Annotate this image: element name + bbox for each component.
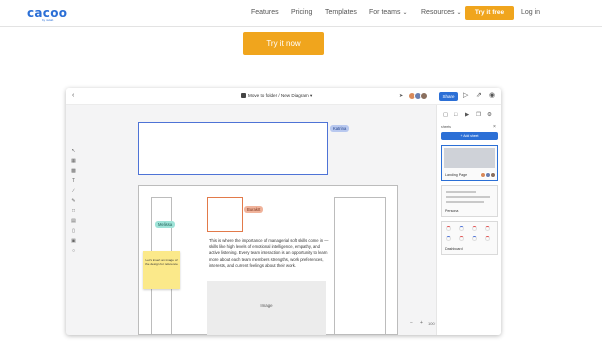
panel-tabs: ▢ □ ▶ ❐ ⚙ [443, 112, 499, 119]
gauge-icon [472, 226, 477, 231]
wireframe-column-right[interactable] [334, 197, 386, 335]
gauge-icon [446, 236, 451, 241]
sheet-label: Landing Page [445, 173, 468, 177]
nav-resources[interactable]: Resources ⌄ [421, 9, 462, 16]
breadcrumb[interactable]: Move to folder / New Diagram ▾ [241, 93, 312, 99]
sticky-note[interactable]: Let's insert an image of the design for … [143, 251, 180, 289]
gauge-icon [485, 226, 490, 231]
app-header: ‹ Move to folder / New Diagram ▾ ➤ Share… [66, 88, 501, 105]
export-icon[interactable]: ⇗ [476, 91, 482, 99]
nav-features[interactable]: Features [251, 9, 279, 16]
close-icon[interactable]: × [493, 124, 496, 130]
pen-tool-icon[interactable]: ✎ [70, 198, 77, 204]
line-tool-icon[interactable]: ∕ [70, 188, 77, 194]
login-link[interactable]: Log in [521, 9, 540, 16]
avatar[interactable] [420, 92, 428, 100]
back-arrow-icon[interactable]: ‹ [72, 92, 74, 99]
selected-rectangle[interactable] [138, 122, 328, 175]
sheet-thumbnail[interactable]: Landing Page [441, 145, 498, 181]
placeholder-box[interactable] [207, 197, 243, 232]
page-icon[interactable]: ▢ [443, 112, 448, 118]
image-placeholder-label: Image [260, 303, 273, 308]
zoom-in-icon[interactable]: + [420, 320, 423, 326]
gear-icon[interactable]: ⚙ [487, 112, 492, 118]
body-paragraph[interactable]: This is where the importance of manageri… [209, 238, 329, 269]
play-icon[interactable]: ▷ [463, 91, 468, 99]
app-screenshot: ‹ Move to folder / New Diagram ▾ ➤ Share… [66, 88, 501, 335]
cursor-tag-melissa: Melissa [155, 221, 176, 228]
chevron-down-icon: ⌄ [402, 10, 408, 16]
chart-tool-icon[interactable]: ▯ [70, 228, 77, 234]
try-free-button[interactable]: Try it free [465, 6, 514, 20]
cursor-tag-katrina: Katrina [330, 125, 350, 132]
try-it-now-button[interactable]: Try it now [243, 32, 324, 55]
gauge-icon [459, 236, 464, 241]
avatar [490, 172, 496, 178]
pointer-icon[interactable]: ➤ [399, 93, 403, 99]
select-tool-icon[interactable]: ↖ [70, 148, 77, 154]
breadcrumb-text: Move to folder / New Diagram [248, 93, 309, 98]
sheet-thumbnail[interactable]: Dashboard [441, 221, 498, 255]
nav-for-teams[interactable]: For teams ⌄ [369, 9, 408, 16]
nav-resources-label: Resources [421, 9, 455, 16]
nav-for-teams-label: For teams [369, 9, 401, 16]
caret-down-icon: ▾ [310, 93, 313, 98]
image-tool-icon[interactable]: ▣ [70, 238, 77, 244]
logo-byline: by nulab [42, 18, 54, 22]
template-tool-icon[interactable]: ▦ [70, 158, 77, 164]
add-sheet-button[interactable]: + Add sheet [441, 132, 498, 140]
nav-templates[interactable]: Templates [325, 9, 357, 16]
cacoo-logo[interactable]: cacoo by nulab [27, 5, 67, 22]
sheets-panel: ▢ □ ▶ ❐ ⚙ sheets × + Add sheet Landing P… [436, 105, 501, 335]
gauge-icon [446, 226, 451, 231]
video-icon[interactable]: ▶ [465, 112, 469, 118]
table-tool-icon[interactable]: ▩ [70, 168, 77, 174]
share-button[interactable]: Share [439, 92, 458, 101]
sheet-thumbnail[interactable]: Persona [441, 185, 498, 217]
sheet-preview [444, 148, 495, 168]
top-navigation: cacoo by nulab Features Pricing Template… [0, 0, 602, 27]
sheet-label: Persona [445, 209, 459, 213]
shapes-tool-icon[interactable]: ▤ [70, 218, 77, 224]
zoom-out-icon[interactable]: − [410, 320, 413, 326]
gauge-icon [485, 236, 490, 241]
chevron-down-icon: ⌄ [456, 10, 462, 16]
gauge-icon [459, 226, 464, 231]
gauge-icon [472, 236, 477, 241]
preview-line [446, 196, 490, 198]
cursor-tag-burakit: BurakIt [244, 206, 264, 213]
preview-line [446, 201, 484, 203]
settings-icon[interactable]: ◉ [489, 91, 495, 99]
chat-tool-icon[interactable]: ○ [70, 248, 77, 254]
diagram-canvas[interactable]: Katrina BurakIt Melissa Let's insert an … [66, 105, 436, 335]
comment-tool-icon[interactable]: □ [70, 208, 77, 214]
panel-header: sheets [441, 125, 451, 129]
folder-icon [241, 93, 246, 98]
nav-pricing[interactable]: Pricing [291, 9, 312, 16]
comment-icon[interactable]: □ [454, 112, 457, 118]
preview-line [446, 191, 476, 193]
sheet-label: Dashboard [445, 247, 463, 251]
text-tool-icon[interactable]: T [70, 178, 77, 184]
copy-icon[interactable]: ❐ [476, 112, 481, 118]
image-placeholder[interactable]: Image [207, 281, 326, 335]
